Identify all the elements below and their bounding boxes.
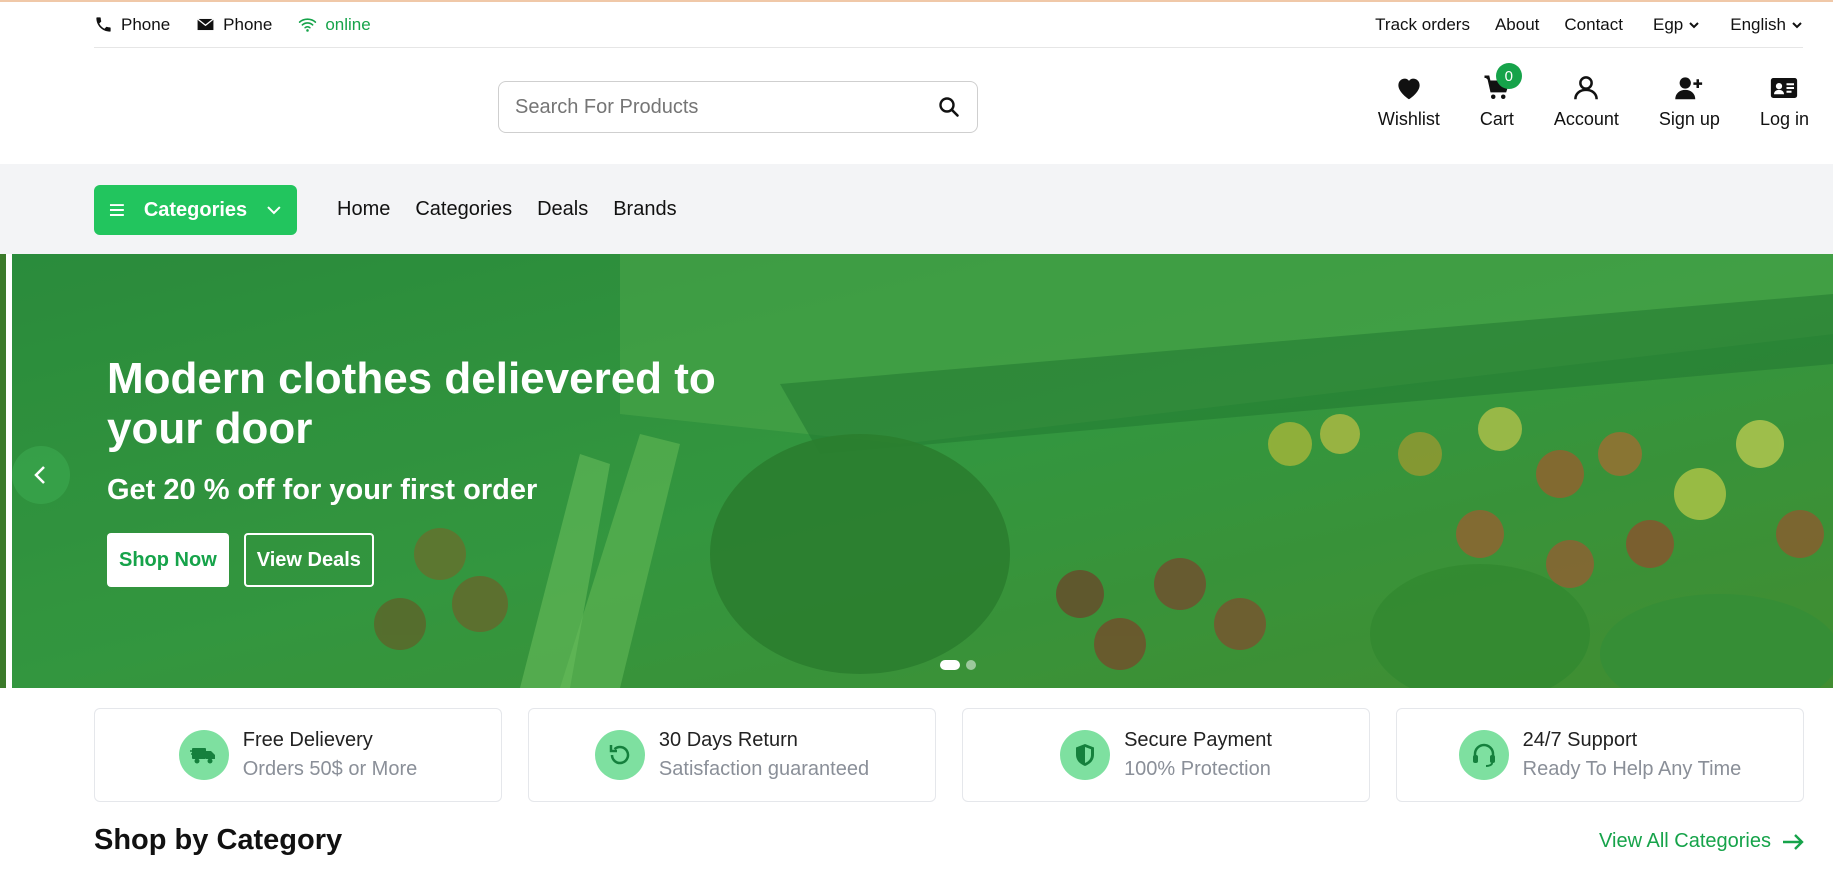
account-button[interactable]: Account xyxy=(1554,73,1619,130)
previous-slide-button[interactable] xyxy=(12,446,70,504)
slide-separator xyxy=(6,254,12,688)
feature-subtitle: 100% Protection xyxy=(1124,758,1271,780)
cart-count-badge: 0 xyxy=(1495,63,1522,89)
signup-label: Sign up xyxy=(1658,109,1720,129)
nav-strip: Categories Home Categories Deals Brands xyxy=(0,164,1833,254)
hero-content: Modern clothes delievered to your door G… xyxy=(107,354,787,587)
menu-icon xyxy=(109,204,124,216)
user-icon xyxy=(1574,76,1599,100)
main-header: Wishlist 0 Cart Account Sign up Log in xyxy=(0,49,1833,164)
nav-categories[interactable]: Categories xyxy=(415,198,512,221)
feature-title: 24/7 Support xyxy=(1522,729,1638,751)
envelope-icon xyxy=(197,18,214,31)
phone-contact[interactable]: Phone xyxy=(94,15,170,35)
language-dropdown[interactable]: English xyxy=(1730,15,1803,35)
feature-icon-circle xyxy=(1458,730,1509,780)
status-label: online xyxy=(325,14,371,34)
feature-text: Secure Payment 100% Protection xyxy=(1124,729,1272,781)
about-link[interactable]: About xyxy=(1495,15,1539,35)
hero-slider: Modern clothes delievered to your door G… xyxy=(0,254,1833,688)
language-label: English xyxy=(1730,14,1786,34)
shop-by-category-heading: Shop by Category xyxy=(94,824,343,856)
feature-card: Free Delievery Orders 50$ or More xyxy=(94,708,502,802)
email-label: Phone xyxy=(223,14,273,34)
nav-home[interactable]: Home xyxy=(337,198,390,221)
features-row: Free Delievery Orders 50$ or More 30 Day… xyxy=(94,708,1804,802)
view-all-categories-link[interactable]: View All Categories xyxy=(1599,830,1805,853)
id-card-icon xyxy=(1771,78,1798,98)
chevron-down-icon xyxy=(1689,21,1699,28)
feature-card: 30 Days Return Satisfaction guaranteed xyxy=(528,708,936,802)
slider-dots xyxy=(940,660,976,670)
email-contact[interactable]: Phone xyxy=(196,15,272,35)
view-deals-button[interactable]: View Deals xyxy=(243,533,374,587)
truck-icon xyxy=(189,748,215,764)
chevron-down-icon xyxy=(1792,21,1802,28)
contact-link[interactable]: Contact xyxy=(1564,15,1623,35)
currency-dropdown[interactable]: Egp xyxy=(1653,15,1700,35)
currency-label: Egp xyxy=(1652,14,1684,34)
chevron-left-icon xyxy=(34,466,45,484)
feature-text: 24/7 Support Ready To Help Any Time xyxy=(1523,729,1742,781)
feature-text: Free Delievery Orders 50$ or More xyxy=(243,729,418,781)
feature-text: 30 Days Return Satisfaction guaranteed xyxy=(659,729,869,781)
wifi-icon xyxy=(299,18,317,32)
headset-icon xyxy=(1472,743,1495,767)
top-bar: Phone Phone online Track orders About Co… xyxy=(94,2,1803,48)
signup-button[interactable]: Sign up xyxy=(1659,73,1720,130)
chevron-down-icon xyxy=(267,206,281,215)
return-icon xyxy=(609,745,630,765)
feature-icon-circle xyxy=(178,730,229,780)
slide-dot-2[interactable] xyxy=(966,660,976,670)
heart-icon xyxy=(1398,78,1420,100)
shop-now-button[interactable]: Shop Now xyxy=(107,533,229,587)
arrow-right-icon xyxy=(1783,833,1804,850)
login-label: Log in xyxy=(1759,109,1809,129)
feature-subtitle: Orders 50$ or More xyxy=(242,758,418,780)
top-bar-left: Phone Phone online xyxy=(94,15,397,35)
feature-icon-circle xyxy=(1060,730,1111,780)
wishlist-button[interactable]: Wishlist xyxy=(1378,73,1440,130)
wishlist-label: Wishlist xyxy=(1377,109,1440,129)
search-icon[interactable] xyxy=(937,95,961,119)
online-status: online xyxy=(298,14,371,35)
categories-button-label: Categories xyxy=(143,198,248,221)
view-all-categories-label: View All Categories xyxy=(1599,830,1771,852)
nav-brands[interactable]: Brands xyxy=(613,198,676,221)
search-input[interactable] xyxy=(515,95,937,119)
account-label: Account xyxy=(1553,109,1619,129)
login-button[interactable]: Log in xyxy=(1760,73,1809,130)
categories-dropdown-button[interactable]: Categories xyxy=(94,185,297,235)
main-nav: Home Categories Deals Brands xyxy=(337,198,677,221)
search-box xyxy=(498,81,978,133)
cart-button[interactable]: 0 Cart xyxy=(1479,63,1522,130)
feature-title: Free Delievery xyxy=(242,729,373,751)
hero-title: Modern clothes delievered to your door xyxy=(107,354,716,453)
feature-subtitle: Satisfaction guaranteed xyxy=(658,758,870,780)
header-actions: Wishlist 0 Cart Account Sign up Log in xyxy=(1338,63,1809,130)
hero-subtitle: Get 20 % off for your first order xyxy=(107,474,538,506)
nav-deals[interactable]: Deals xyxy=(537,198,588,221)
feature-icon-circle xyxy=(594,730,645,780)
hero-buttons: Shop Now View Deals xyxy=(107,533,787,587)
shield-icon xyxy=(1076,744,1095,766)
phone-label: Phone xyxy=(121,14,171,34)
feature-subtitle: Ready To Help Any Time xyxy=(1522,758,1742,780)
top-bar-right: Track orders About Contact Egp English xyxy=(1350,15,1803,35)
cart-label: Cart xyxy=(1479,109,1514,129)
feature-title: Secure Payment xyxy=(1124,729,1272,751)
feature-title: 30 Days Return xyxy=(658,729,798,751)
user-plus-icon xyxy=(1675,77,1703,100)
feature-card: Secure Payment 100% Protection xyxy=(962,708,1370,802)
feature-card: 24/7 Support Ready To Help Any Time xyxy=(1396,708,1804,802)
phone-icon xyxy=(96,17,111,32)
slide-dot-1[interactable] xyxy=(940,660,960,670)
track-orders-link[interactable]: Track orders xyxy=(1375,15,1470,35)
